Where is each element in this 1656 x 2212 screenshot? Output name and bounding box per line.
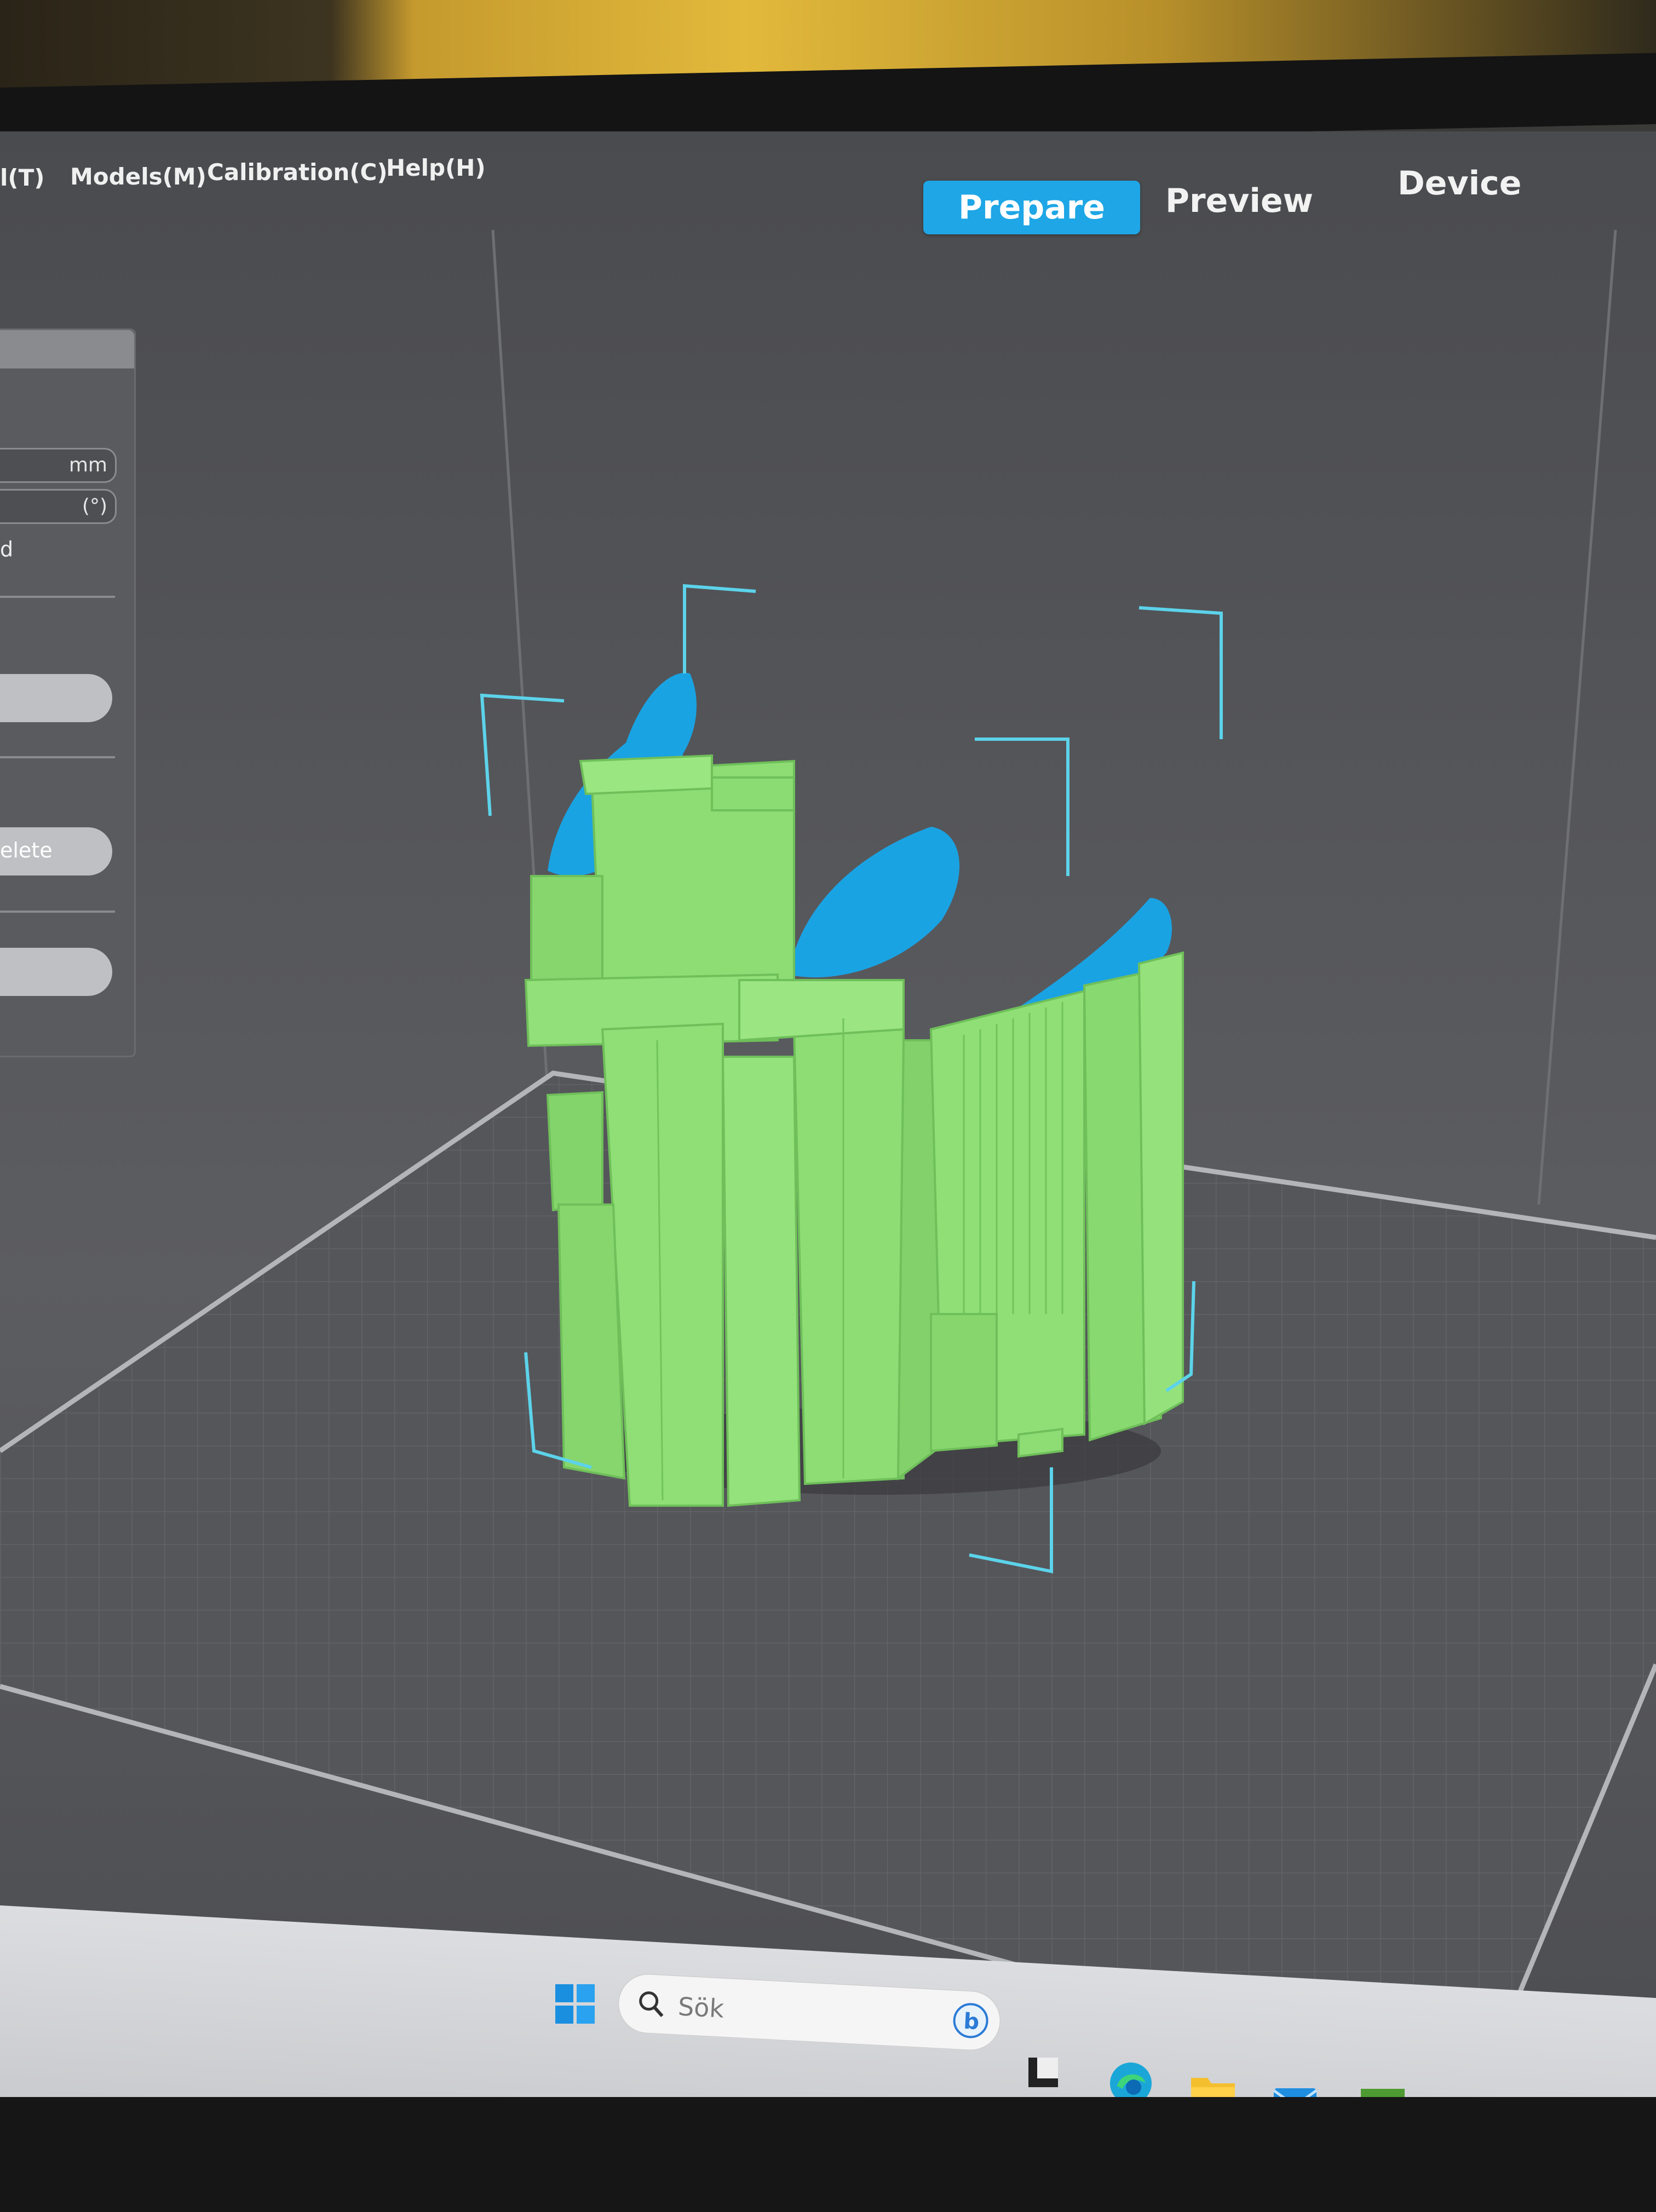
search-icon	[639, 1991, 664, 2017]
panel-divider	[0, 756, 115, 758]
rotation-input-field[interactable]: (°)	[0, 489, 117, 524]
menu-calibration[interactable]: Calibration(C)	[207, 159, 388, 186]
unit-degree-label: (°)	[82, 495, 107, 517]
menu-tools[interactable]: l(T)	[0, 164, 44, 191]
search-placeholder: Sök	[677, 1991, 725, 2024]
windows-start-icon[interactable]	[553, 1982, 597, 2026]
panel-divider	[0, 911, 115, 913]
monitor-bezel-bottom	[0, 2097, 1656, 2212]
size-input-field[interactable]: mm	[0, 448, 117, 483]
tab-prepare[interactable]: Prepare	[923, 181, 1140, 234]
object-settings-panel: mm (°) d elete	[0, 329, 136, 1057]
delete-button-label: elete	[0, 838, 53, 862]
3d-viewport[interactable]	[0, 0, 1656, 2026]
panel-header	[0, 330, 134, 368]
panel-action-button[interactable]	[0, 674, 112, 722]
tab-preview[interactable]: Preview	[1165, 182, 1313, 220]
model-support-green	[524, 754, 1184, 1507]
panel-divider	[0, 596, 115, 598]
task-view-icon[interactable]	[1024, 2053, 1062, 2092]
menu-help[interactable]: Help(H)	[386, 154, 486, 181]
menu-bar: l(T) Models(M) Calibration(C) Help(H)	[0, 148, 548, 197]
menu-models[interactable]: Models(M)	[70, 163, 206, 190]
panel-action-button-2[interactable]	[0, 948, 112, 996]
svg-text:b: b	[963, 2009, 980, 2035]
tab-device[interactable]: Device	[1398, 164, 1521, 203]
bing-icon[interactable]: b	[951, 2001, 991, 2041]
build-volume-edge	[1537, 229, 1617, 1205]
unit-mm-label: mm	[68, 454, 107, 476]
panel-partial-label: d	[0, 537, 14, 561]
delete-button[interactable]: elete	[0, 827, 112, 875]
